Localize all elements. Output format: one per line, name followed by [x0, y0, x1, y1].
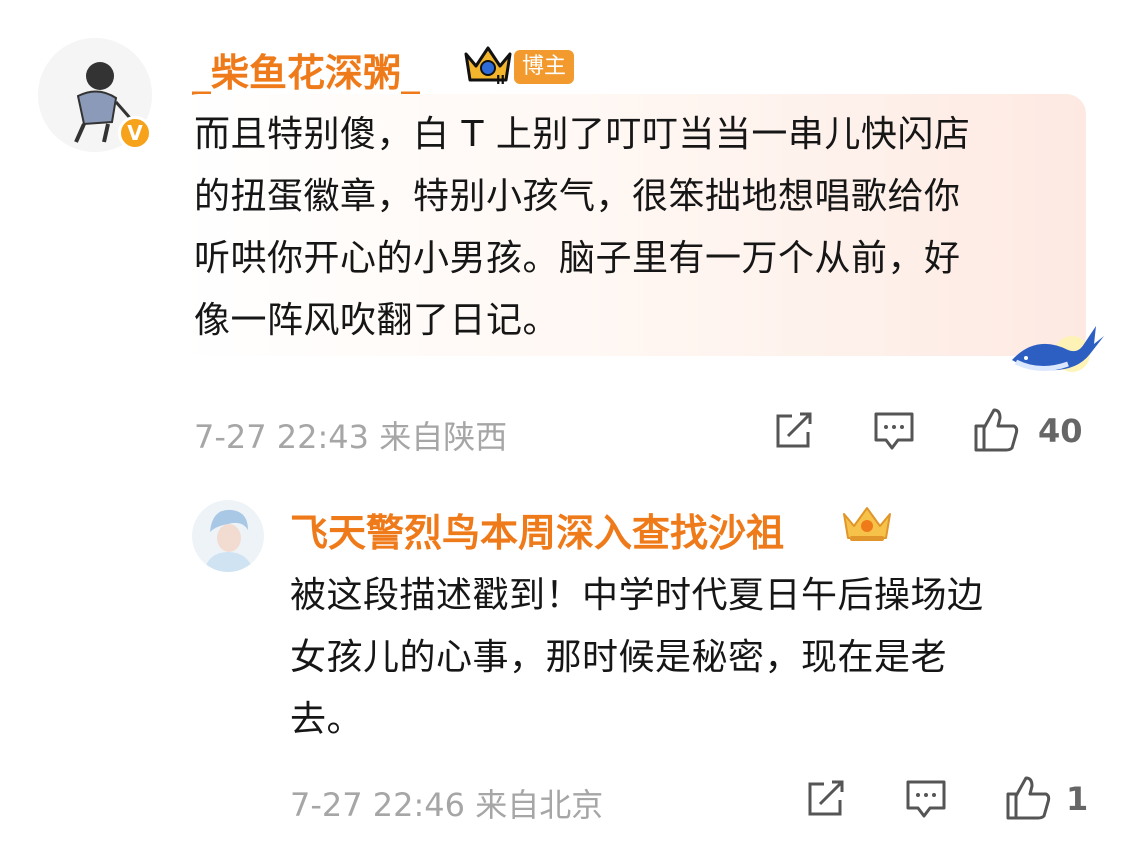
crown-icon: II: [462, 42, 514, 87]
reply-avatar-image: [192, 500, 264, 572]
reply-line: 女孩儿的心事，那时候是秘密，现在是老: [290, 637, 948, 678]
like-icon[interactable]: [972, 406, 1020, 454]
comment-line: 听哄你开心的小男孩。脑子里有一万个从前，好: [194, 238, 961, 279]
badge-level: II: [496, 73, 505, 86]
role-tag: 博主: [514, 50, 575, 84]
comment-icon[interactable]: [872, 410, 916, 452]
comment-text: 而且特别傻，白 T 上别了叮叮当当一串儿快闪店 的扭蛋徽章，特别小孩气，很笨拙地…: [194, 104, 1084, 352]
reply-username[interactable]: 飞天警烈鸟本周深入查找沙祖: [290, 502, 784, 557]
share-icon[interactable]: [772, 410, 814, 452]
avatar[interactable]: V: [38, 38, 152, 152]
crown-icon: [840, 504, 894, 544]
comment-line: 的扭蛋徽章，特别小孩气，很笨拙地想唱歌给你: [194, 176, 961, 217]
comment-line: 而且特别傻，白 T 上别了叮叮当当一串儿快闪店: [194, 114, 971, 155]
reply-line: 被这段描述戳到！中学时代夏日午后操场边: [290, 575, 984, 616]
like-count: 40: [1038, 412, 1083, 450]
like-count: 1: [1066, 780, 1089, 818]
comment-line: 像一阵风吹翻了日记。: [194, 300, 560, 341]
reply-avatar[interactable]: [192, 500, 264, 572]
whale-icon: [1006, 314, 1106, 380]
comment-timestamp: 7-27 22:43 来自陕西: [194, 418, 508, 456]
like-icon[interactable]: [1004, 774, 1052, 822]
verified-icon: V: [118, 116, 152, 150]
comment-icon[interactable]: [904, 778, 948, 820]
reply-line: 去。: [290, 699, 364, 740]
comment-username[interactable]: _柴鱼花深粥_: [192, 42, 420, 97]
share-icon[interactable]: [804, 778, 846, 820]
reply-text: 被这段描述戳到！中学时代夏日午后操场边 女孩儿的心事，那时候是秘密，现在是老 去…: [290, 565, 1090, 751]
reply-timestamp: 7-27 22:46 来自北京: [290, 786, 604, 824]
